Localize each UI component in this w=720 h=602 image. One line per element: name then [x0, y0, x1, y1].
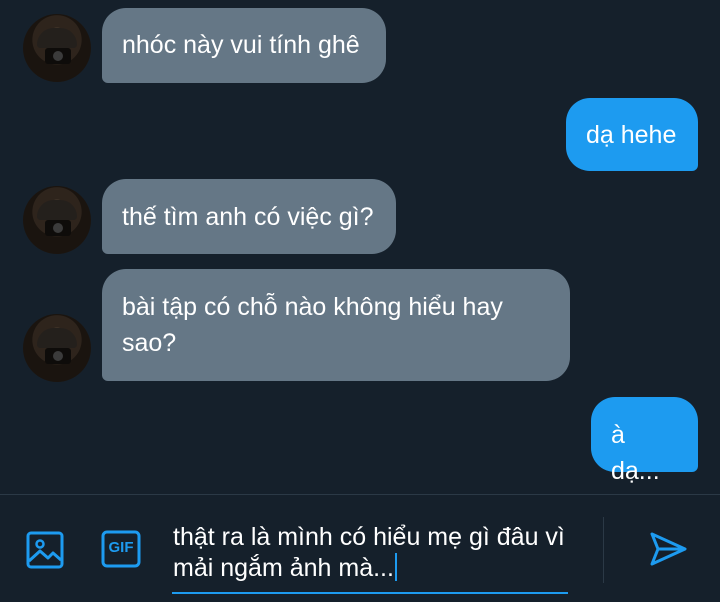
message-bubble-incoming[interactable]: bài tập có chỗ nào không hiểu hay sao?: [102, 269, 570, 381]
avatar[interactable]: [23, 14, 91, 82]
composer-separator: [603, 517, 604, 583]
input-underline: [172, 592, 568, 594]
image-button[interactable]: [26, 531, 64, 569]
send-icon: [650, 532, 687, 566]
composer-divider: [0, 494, 720, 495]
message-text: bài tập có chỗ nào không hiểu hay sao?: [122, 293, 503, 357]
message-bubble-incoming[interactable]: nhóc này vui tính ghê: [102, 8, 386, 83]
message-input[interactable]: thật ra là mình có hiểu mẹ gì đâu vì mải…: [173, 522, 573, 584]
image-icon: [26, 531, 64, 569]
text-caret: [394, 553, 397, 581]
message-text: nhóc này vui tính ghê: [122, 31, 360, 59]
message-text: à dạ...: [611, 421, 660, 485]
gif-button[interactable]: GIF: [101, 530, 141, 568]
send-button[interactable]: [648, 530, 688, 568]
message-bubble-incoming[interactable]: thế tìm anh có việc gì?: [102, 179, 396, 254]
message-bubble-outgoing[interactable]: dạ hehe: [566, 98, 698, 171]
message-bubble-outgoing[interactable]: à dạ...: [591, 397, 698, 485]
draft-text: thật ra là mình có hiểu mẹ gì đâu vì mải…: [173, 523, 565, 582]
message-text: dạ hehe: [586, 121, 677, 149]
avatar[interactable]: [23, 186, 91, 254]
gif-label: GIF: [108, 539, 134, 556]
avatar[interactable]: [23, 314, 91, 382]
message-text: thế tìm anh có việc gì?: [122, 203, 374, 231]
